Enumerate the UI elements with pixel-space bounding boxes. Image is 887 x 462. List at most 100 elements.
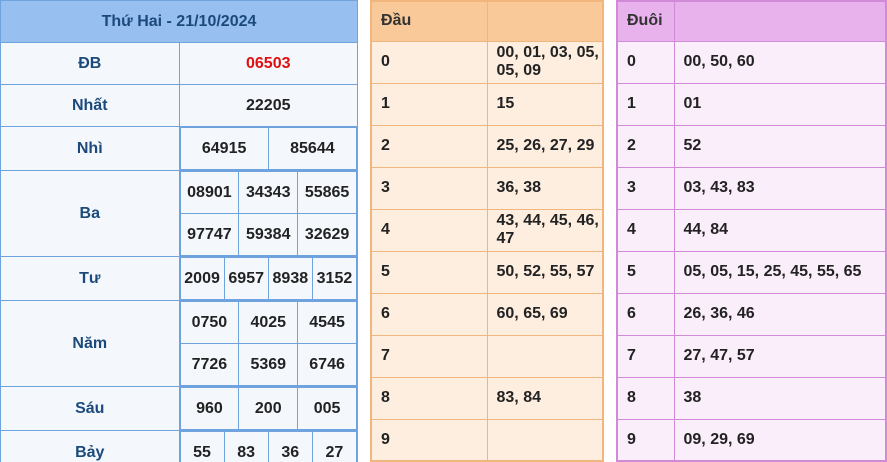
dau-digit: 9: [370, 418, 488, 462]
dau-values: 43, 44, 45, 46, 47: [486, 208, 604, 252]
dau-header-blank: [486, 0, 604, 42]
lottery-results-table: Thứ Hai - 21/10/2024 ĐB 06503 Nhất 22205…: [0, 0, 358, 462]
prize-value: 06503: [178, 42, 358, 85]
dau-values: [486, 334, 604, 378]
dau-table: Đầu 0 00, 01, 03, 05, 05, 09 1 15 2 25, 26, 2…: [370, 0, 604, 462]
dau-digit: 5: [370, 250, 488, 294]
prize-value: 97747: [180, 213, 239, 256]
duoi-digit: 9: [616, 418, 675, 462]
dau-row: 5 50, 52, 55, 57: [370, 250, 604, 294]
dau-row: 0 00, 01, 03, 05, 05, 09: [370, 40, 604, 84]
duoi-values: 38: [673, 376, 887, 420]
dau-digit: 6: [370, 292, 488, 336]
dau-digit: 4: [370, 208, 488, 252]
prize-value: 59384: [238, 213, 298, 256]
prize-row-db: ĐB 06503: [0, 42, 358, 85]
prize-value: 32629: [297, 213, 357, 256]
duoi-row: 3 03, 43, 83: [616, 166, 887, 210]
duoi-values: 01: [673, 82, 887, 126]
duoi-row: 5 05, 05, 15, 25, 45, 55, 65: [616, 250, 887, 294]
prize-value: 36: [267, 431, 313, 462]
dau-values: 36, 38: [486, 166, 604, 210]
prize-label: Bảy: [0, 430, 180, 462]
dau-values: 50, 52, 55, 57: [486, 250, 604, 294]
dau-header: Đầu: [370, 0, 488, 42]
prize-row-tu: Tư 2009 6957 8938 3152: [0, 256, 358, 301]
dau-digit: 0: [370, 40, 488, 84]
prize-row-nhat: Nhất 22205: [0, 84, 358, 127]
duoi-digit: 3: [616, 166, 675, 210]
duoi-row: 4 44, 84: [616, 208, 887, 252]
prize-value: 8938: [267, 257, 313, 300]
prize-value: 6746: [297, 343, 357, 386]
dau-digit: 8: [370, 376, 488, 420]
prize-label: ĐB: [0, 42, 180, 85]
prize-value: 960: [196, 399, 223, 417]
results-title: Thứ Hai - 21/10/2024: [0, 0, 358, 43]
duoi-digit: 5: [616, 250, 675, 294]
duoi-row: 7 27, 47, 57: [616, 334, 887, 378]
dau-digit: 7: [370, 334, 488, 378]
prize-value: 4545: [297, 301, 357, 344]
prize-value: 0750: [191, 313, 228, 331]
prize-label: Ba: [0, 170, 180, 257]
dau-values: 60, 65, 69: [486, 292, 604, 336]
duoi-digit: 0: [616, 40, 675, 84]
prize-value: 200: [238, 387, 298, 430]
prize-label: Năm: [0, 300, 180, 387]
prize-row-nam: Năm 0750 4025 4545 7726 5369 6746: [0, 300, 358, 387]
dau-row: 8 83, 84: [370, 376, 604, 420]
prize-row-ba: Ba 08901 34343 55865 97747 59384 32629: [0, 170, 358, 257]
prize-value: 005: [297, 387, 357, 430]
dau-digit: 2: [370, 124, 488, 168]
prize-value: 64915: [201, 139, 247, 157]
duoi-row: 9 09, 29, 69: [616, 418, 887, 462]
duoi-values: 09, 29, 69: [673, 418, 887, 462]
dau-values: [486, 418, 604, 462]
dau-values: 83, 84: [486, 376, 604, 420]
dau-row: 6 60, 65, 69: [370, 292, 604, 336]
dau-row: 4 43, 44, 45, 46, 47: [370, 208, 604, 252]
duoi-table: Đuôi 0 00, 50, 60 1 01 2 52 3 03, 43, 83 4 44, 84…: [616, 0, 887, 462]
prize-value: 6957: [223, 257, 269, 300]
prize-row-sau: Sáu 960 200 005: [0, 386, 358, 431]
duoi-digit: 8: [616, 376, 675, 420]
prize-value: 85644: [267, 127, 357, 170]
duoi-values: 52: [673, 124, 887, 168]
duoi-values: 05, 05, 15, 25, 45, 55, 65: [673, 250, 887, 294]
dau-row: 1 15: [370, 82, 604, 126]
prize-value: 4025: [238, 301, 298, 344]
prize-value: 2009: [184, 269, 220, 287]
dau-row: 9: [370, 418, 604, 462]
duoi-values: 44, 84: [673, 208, 887, 252]
prize-row-nhi: Nhì 64915 85644: [0, 126, 358, 171]
prize-label: Nhì: [0, 126, 180, 171]
duoi-digit: 7: [616, 334, 675, 378]
dau-values: 25, 26, 27, 29: [486, 124, 604, 168]
duoi-values: 00, 50, 60: [673, 40, 887, 84]
prize-value: 83: [223, 431, 269, 462]
prize-value: 34343: [238, 171, 298, 214]
duoi-digit: 1: [616, 82, 675, 126]
duoi-digit: 2: [616, 124, 675, 168]
prize-value: 5369: [238, 343, 298, 386]
duoi-values: 26, 36, 46: [673, 292, 887, 336]
duoi-row: 6 26, 36, 46: [616, 292, 887, 336]
duoi-values: 03, 43, 83: [673, 166, 887, 210]
duoi-header: Đuôi: [616, 0, 675, 42]
prize-value: 08901: [187, 183, 232, 201]
prize-label: Nhất: [0, 84, 180, 127]
duoi-row: 8 38: [616, 376, 887, 420]
duoi-values: 27, 47, 57: [673, 334, 887, 378]
dau-row: 7: [370, 334, 604, 378]
dau-digit: 1: [370, 82, 488, 126]
prize-label: Sáu: [0, 386, 180, 431]
dau-row: 2 25, 26, 27, 29: [370, 124, 604, 168]
duoi-digit: 6: [616, 292, 675, 336]
dau-values: 00, 01, 03, 05, 05, 09: [486, 40, 604, 84]
prize-value: 3152: [311, 257, 357, 300]
duoi-row: 0 00, 50, 60: [616, 40, 887, 84]
prize-label: Tư: [0, 256, 180, 301]
duoi-header-blank: [673, 0, 887, 42]
duoi-row: 1 01: [616, 82, 887, 126]
